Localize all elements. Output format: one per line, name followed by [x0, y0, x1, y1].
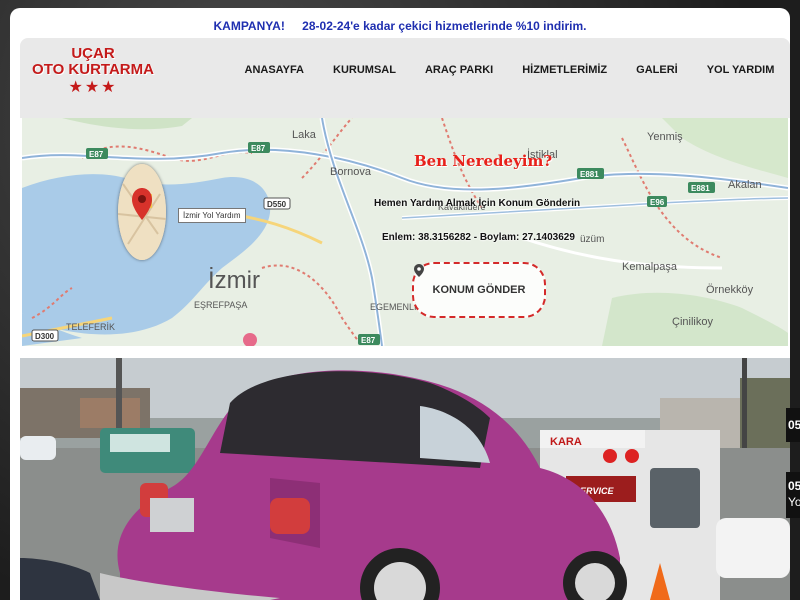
nav-hizmetlerimiz[interactable]: HİZMETLERİMİZ	[508, 58, 622, 82]
map-label-uzum: üzüm	[580, 234, 604, 245]
site-header: UÇAR OTO KURTARMA ★★★ ANASAYFA KURUMSAL …	[20, 38, 790, 118]
hero-photo-car-towing: KARA SERVICE	[20, 358, 790, 600]
road-label-e881-b: E881	[691, 184, 710, 193]
send-location-label: KONUM GÖNDER	[432, 284, 526, 296]
road-label-e881-a: E881	[580, 170, 599, 179]
location-map[interactable]: E87 E87 E87 E881 E881 E96 D550 D300 Laka…	[22, 118, 788, 346]
location-pin-bubble[interactable]	[118, 164, 166, 260]
hero-image: KARA SERVICE	[20, 358, 790, 600]
map-label-ornekkoy: Örnekköy	[706, 284, 754, 296]
main-nav: ANASAYFA KURUMSAL ARAÇ PARKI HİZMETLERİM…	[230, 58, 789, 82]
map-label-teleferik: TELEFERİK	[66, 322, 115, 332]
map-subtitle: Hemen Yardım Almak İçin Konum Gönderin	[374, 198, 581, 209]
pin-tooltip: İzmir Yol Yardım	[178, 208, 246, 223]
map-label-bornova: Bornova	[330, 166, 372, 178]
truck-brand-text: KARA	[550, 436, 582, 448]
nav-anasayfa[interactable]: ANASAYFA	[230, 58, 319, 82]
location-marker-icon	[414, 264, 424, 277]
site-logo[interactable]: UÇAR OTO KURTARMA ★★★	[28, 46, 158, 112]
logo-line-1: UÇAR	[71, 45, 115, 62]
nav-arac-parki[interactable]: ARAÇ PARKI	[410, 58, 507, 82]
map-coordinates: Enlem: 38.3156282 - Boylam: 27.1403629	[382, 232, 575, 243]
map-label-yenmis: Yenmiş	[647, 131, 683, 143]
road-label-e87-a: E87	[89, 150, 104, 159]
road-label-d300: D300	[35, 332, 55, 341]
map-label-izmir: İzmir	[208, 267, 260, 294]
map-label-egemenlik: EGEMENLİ	[370, 302, 417, 312]
nav-galeri[interactable]: GALERİ	[622, 58, 693, 82]
campaign-text: 28-02-24'e kadar çekici hizmetlerinde %1…	[302, 19, 587, 33]
nav-kurumsal[interactable]: KURUMSAL	[319, 58, 411, 82]
logo-line-2: OTO KURTARMA	[32, 61, 154, 78]
logo-stars-icon: ★★★	[68, 79, 118, 96]
side-tag-2-text: Yo	[788, 495, 800, 509]
map-title: Ben Neredeyim?	[414, 152, 553, 170]
map-label-akalan: Akalan	[728, 179, 762, 191]
map-label-esrefpasa: EŞREFPAŞA	[194, 300, 247, 310]
road-label-e87-c: E87	[361, 336, 376, 345]
map-label-kemalpasa: Kemalpaşa	[622, 261, 678, 273]
road-label-e87-b: E87	[251, 144, 266, 153]
nav-yol-yardim[interactable]: YOL YARDIM	[692, 58, 789, 82]
campaign-bar: KAMPANYA! 28-02-24'e kadar çekici hizmet…	[10, 14, 790, 38]
map-label-cinilikoy: Çinilikoy	[672, 316, 713, 328]
side-phone-tag-1[interactable]: 05	[786, 408, 800, 442]
site-frame: KAMPANYA! 28-02-24'e kadar çekici hizmet…	[10, 8, 790, 600]
road-label-e96: E96	[650, 198, 665, 207]
map-label-laka: Laka	[292, 129, 317, 141]
side-phone-tag-2[interactable]: 05 Yo	[786, 472, 800, 518]
map-pin-icon	[118, 164, 166, 260]
send-location-button[interactable]: KONUM GÖNDER	[412, 262, 546, 318]
campaign-label: KAMPANYA!	[213, 19, 285, 33]
side-tag-2-number: 05	[788, 479, 800, 493]
road-label-d550: D550	[267, 200, 287, 209]
